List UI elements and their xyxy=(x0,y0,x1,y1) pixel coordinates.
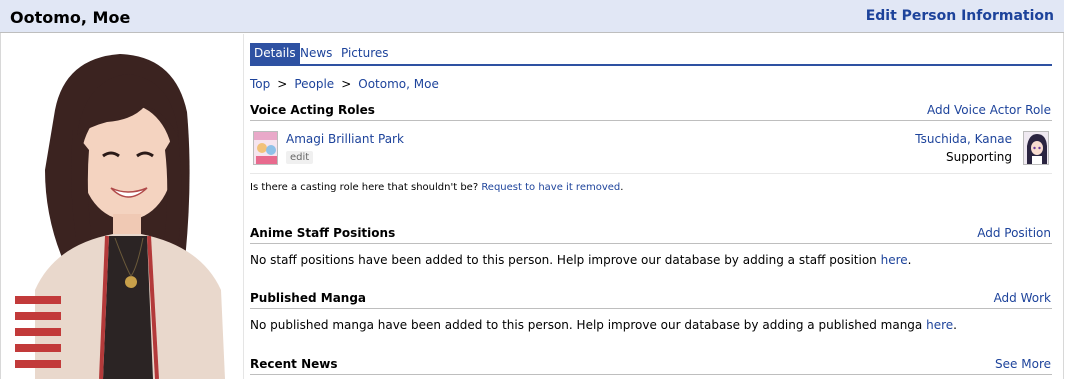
voice-role-row: Amagi Brilliant Park edit Tsuchida, Kana… xyxy=(250,125,1052,174)
casting-note: Is there a casting role here that should… xyxy=(250,182,623,193)
voice-roles-heading: Voice Acting Roles xyxy=(250,103,375,117)
manga-empty-end: . xyxy=(953,318,957,332)
published-manga-heading: Published Manga xyxy=(250,291,367,305)
recent-news-header: Recent News See More xyxy=(250,355,1052,375)
breadcrumb: Top > People > Ootomo, Moe xyxy=(250,77,439,91)
voice-roles-header: Voice Acting Roles Add Voice Actor Role xyxy=(250,101,1052,121)
staff-empty-message: No staff positions have been added to th… xyxy=(250,253,911,267)
staff-here-link[interactable]: here xyxy=(881,253,908,267)
tab-details[interactable]: Details xyxy=(250,43,300,64)
staff-positions-header: Anime Staff Positions Add Position xyxy=(250,224,1052,244)
manga-empty-message: No published manga have been added to th… xyxy=(250,318,957,332)
request-removal-link[interactable]: Request to have it removed xyxy=(481,182,620,193)
add-position-link[interactable]: Add Position xyxy=(977,226,1051,240)
tab-bar: Details News Pictures xyxy=(250,42,1052,66)
breadcrumb-separator: > xyxy=(341,77,352,91)
anime-cover-thumbnail[interactable] xyxy=(253,131,278,165)
published-manga-header: Published Manga Add Work xyxy=(250,289,1052,309)
breadcrumb-people[interactable]: People xyxy=(294,77,334,91)
casting-note-end: . xyxy=(620,182,624,193)
see-more-news-link[interactable]: See More xyxy=(995,357,1051,371)
character-name-link[interactable]: Tsuchida, Kanae xyxy=(915,132,1012,146)
edit-role-button[interactable]: edit xyxy=(286,151,314,164)
content-border-right xyxy=(1063,33,1064,379)
breadcrumb-top[interactable]: Top xyxy=(250,77,270,91)
breadcrumb-separator: > xyxy=(277,77,288,91)
person-name-title: Ootomo, Moe xyxy=(10,8,131,27)
casting-note-text: Is there a casting role here that should… xyxy=(250,182,482,193)
edit-person-info-link[interactable]: Edit Person Information xyxy=(866,8,1054,24)
add-voice-actor-role-link[interactable]: Add Voice Actor Role xyxy=(927,103,1051,117)
manga-here-link[interactable]: here xyxy=(926,318,953,332)
manga-empty-text: No published manga have been added to th… xyxy=(250,318,927,332)
breadcrumb-current[interactable]: Ootomo, Moe xyxy=(358,77,439,91)
recent-news-heading: Recent News xyxy=(250,357,338,371)
tab-news[interactable]: News xyxy=(296,43,336,64)
right-gutter xyxy=(1064,0,1076,379)
character-role-type: Supporting xyxy=(946,150,1012,164)
tab-pictures[interactable]: Pictures xyxy=(337,43,393,64)
page-header: Ootomo, Moe Edit Person Information xyxy=(0,0,1064,33)
left-column xyxy=(1,34,244,379)
anime-title-link[interactable]: Amagi Brilliant Park xyxy=(286,132,404,146)
staff-empty-text: No staff positions have been added to th… xyxy=(250,253,881,267)
staff-positions-heading: Anime Staff Positions xyxy=(250,226,396,240)
staff-empty-end: . xyxy=(907,253,912,267)
main-content: Details News Pictures Top > People > Ootomo,… xyxy=(250,34,1052,379)
person-portrait-image[interactable] xyxy=(15,50,241,379)
add-work-link[interactable]: Add Work xyxy=(994,291,1051,305)
character-thumbnail[interactable] xyxy=(1023,131,1049,165)
